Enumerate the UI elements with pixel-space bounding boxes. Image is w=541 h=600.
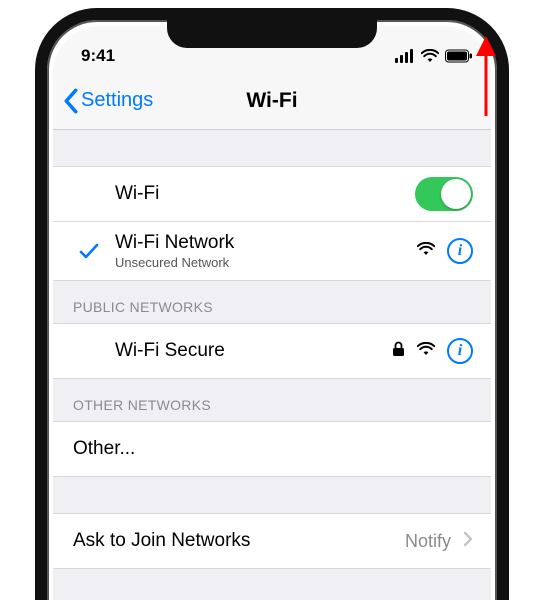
wifi-toggle-switch[interactable] — [415, 177, 473, 211]
ask-to-join-value: Notify — [405, 531, 451, 552]
wifi-icon — [421, 49, 439, 63]
phone-frame: 9:41 — [35, 8, 509, 600]
public-networks-header: PUBLIC NETWORKS — [53, 281, 491, 323]
public-network-row[interactable]: Wi-Fi Secure — [53, 323, 491, 379]
wifi-signal-icon — [417, 242, 435, 261]
ask-to-join-label: Ask to Join Networks — [73, 530, 250, 552]
lock-icon — [392, 341, 405, 362]
battery-icon — [445, 49, 473, 63]
public-network-name: Wi-Fi Secure — [115, 340, 225, 362]
info-button[interactable]: i — [447, 238, 473, 264]
cellular-icon — [395, 49, 415, 63]
other-networks-header: OTHER NETWORKS — [53, 379, 491, 421]
wifi-signal-icon — [417, 342, 435, 361]
info-button[interactable]: i — [447, 338, 473, 364]
ask-to-join-row[interactable]: Ask to Join Networks Notify — [53, 513, 491, 569]
page-title: Wi-Fi — [53, 89, 491, 113]
phone-screen: 9:41 — [53, 26, 491, 600]
wifi-toggle-label: Wi-Fi — [115, 183, 159, 205]
other-network-label: Other... — [73, 438, 135, 460]
phone-notch — [167, 20, 377, 48]
chevron-right-icon — [463, 531, 473, 552]
other-network-row[interactable]: Other... — [53, 421, 491, 477]
connected-network-row[interactable]: Wi-Fi Network Unsecured Network — [53, 222, 491, 281]
checkmark-icon — [73, 243, 105, 259]
nav-bar: Settings Wi-Fi — [53, 72, 491, 130]
connected-network-detail: Unsecured Network — [115, 255, 234, 270]
wifi-toggle-row[interactable]: Wi-Fi — [53, 166, 491, 222]
status-time: 9:41 — [81, 46, 115, 66]
connected-network-name: Wi-Fi Network — [115, 232, 234, 254]
